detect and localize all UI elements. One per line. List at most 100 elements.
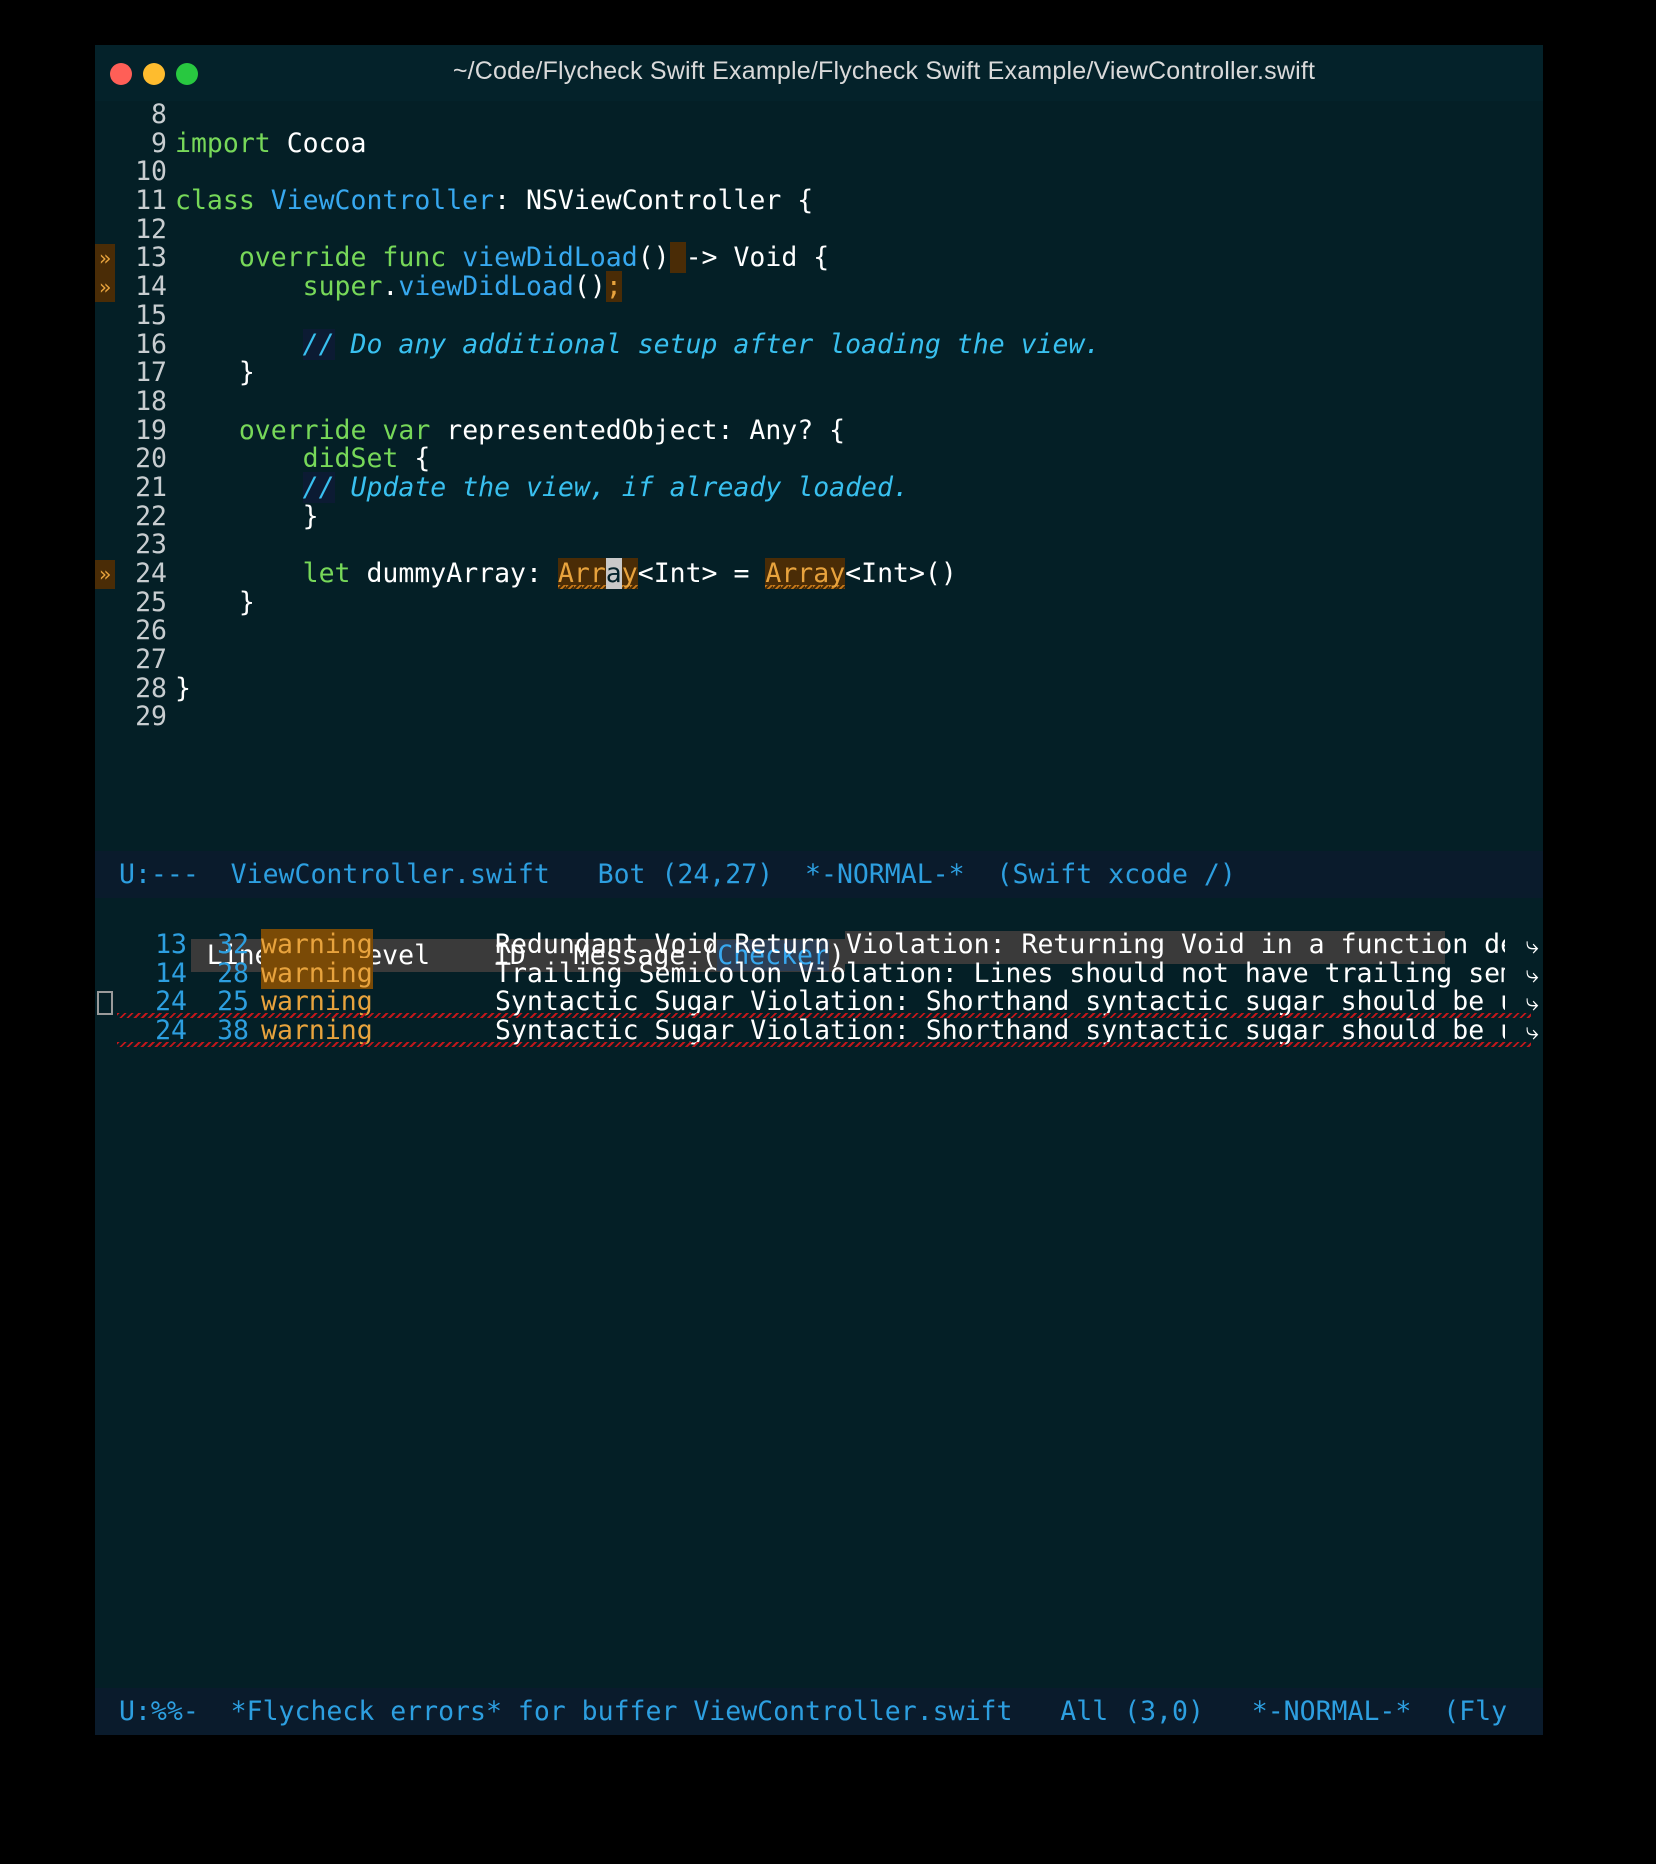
code-line: 17 } (95, 357, 1100, 389)
flycheck-error-row[interactable]: 24 38 warning Syntactic Sugar Violation: S… (95, 1016, 1543, 1047)
error-squiggly-underline (117, 1041, 1531, 1047)
code-line: 27 (95, 644, 1100, 676)
code-token: . (382, 271, 399, 303)
code-line: 18 (95, 385, 1100, 417)
code-line: 25 } (95, 586, 1100, 618)
code-token: dummyArray: (366, 558, 558, 589)
code-token: didSet (302, 443, 399, 475)
code-token: ViewController (270, 185, 495, 217)
flycheck-rows-container: 13 32 warning Redundant Void Return Violat… (95, 929, 1543, 1047)
code-token: ; (605, 271, 622, 303)
code-line: 10 (95, 158, 1100, 187)
code-token: super (302, 271, 383, 303)
flycheck-modeline: U:%%- *Flycheck errors* for buffer ViewC… (95, 1688, 1543, 1735)
code-token: let (302, 558, 367, 589)
line-number-gap (167, 589, 175, 618)
truncation-arrow-icon: ⤷ (1525, 1017, 1539, 1046)
code-token: y (621, 558, 638, 589)
code-buffer[interactable]: 8 9 import Cocoa 10 11 class ViewControll… (95, 100, 1543, 851)
code-line: 8 (95, 100, 1100, 130)
line-number: 27 (135, 644, 167, 676)
code-token: Update the view, if already loaded. (334, 471, 909, 503)
code-token: () (573, 271, 606, 303)
code-token: -> Void { (685, 242, 830, 274)
line-number-gap (167, 244, 175, 273)
line-number-gap (167, 503, 175, 532)
error-id (399, 960, 471, 989)
line-number-gap (167, 703, 175, 732)
code-token: class (175, 185, 271, 217)
error-line-number: 13 (155, 929, 187, 960)
emacs-window: ~/Code/Flycheck Swift Example/Flycheck S… (95, 45, 1543, 1735)
line-number-gap (167, 101, 175, 130)
code-token: override func (238, 242, 463, 274)
code-line: » 24 let dummyArray: Array<Int> = Array<I… (95, 558, 1100, 589)
code-line: 11 class ViewController: NSViewControlle… (95, 185, 1100, 217)
truncation-arrow-icon: ⤷ (1525, 988, 1539, 1017)
truncation-arrow-icon: ⤷ (1525, 931, 1539, 959)
line-number: 25 (135, 586, 167, 618)
flycheck-error-row[interactable]: 24 25 warning Syntactic Sugar Violation: S… (95, 988, 1543, 1019)
line-number-gap (167, 158, 175, 187)
code-line: 19 override var representedObject: Any? … (95, 414, 1100, 446)
code-token: } (175, 357, 255, 389)
code-line: 12 (95, 215, 1100, 245)
code-token: override var (238, 414, 447, 446)
code-token: : NSViewController { (494, 185, 814, 217)
cursor-fringe-marker (97, 991, 113, 1016)
code-line: 9 import Cocoa (95, 129, 1100, 159)
truncation-arrow-icon: ⤷ (1525, 959, 1539, 988)
line-number-gap (167, 331, 175, 360)
warning-fringe-icon: » (95, 560, 115, 589)
code-line: 29 (95, 703, 1100, 732)
code-token: <Int> = (637, 558, 766, 589)
code-token: () (637, 242, 670, 274)
code-token: } (175, 586, 255, 618)
code-token: <Int>() (845, 558, 957, 589)
code-token: } (175, 672, 191, 704)
warning-fringe-icon: » (95, 244, 115, 274)
code-token: Arr (557, 558, 606, 589)
flycheck-error-row[interactable]: 14 28 warning Trailing Semicolon Violation… (95, 957, 1543, 989)
line-number-gap (167, 531, 175, 560)
line-number: 26 (135, 615, 167, 647)
line-number: 17 (135, 357, 167, 389)
code-modeline: U:--- ViewController.swift Bot (24,27) *… (95, 851, 1543, 898)
code-token (669, 242, 686, 274)
code-token: a (605, 558, 622, 589)
line-number-gap (167, 445, 175, 474)
code-token: // (302, 471, 335, 503)
line-number: 11 (135, 185, 167, 217)
code-line: 20 didSet { (95, 443, 1100, 475)
code-token: { (398, 443, 431, 475)
line-number: 28 (135, 672, 167, 704)
line-number-gap (167, 617, 175, 646)
flycheck-error-row[interactable]: 13 32 warning Redundant Void Return Violat… (95, 929, 1543, 960)
line-number-gap (167, 474, 175, 503)
line-number-gap (167, 187, 175, 216)
error-message: Redundant Void Return Violation: Returni… (495, 931, 1505, 960)
error-level: warning (249, 957, 399, 989)
line-number: 18 (135, 385, 167, 417)
code-token: } (175, 500, 319, 532)
code-token: Do any additional setup after loading th… (334, 328, 1101, 360)
error-level-text: warning (261, 957, 373, 989)
code-line: 28 } (95, 672, 1100, 704)
line-number-gap (167, 417, 175, 446)
code-lines-container: 8 9 import Cocoa 10 11 class ViewControll… (95, 100, 1101, 732)
line-number: 23 (135, 529, 167, 561)
line-number: 10 (135, 156, 167, 188)
line-number: 19 (135, 414, 167, 446)
error-level: warning (249, 929, 399, 960)
flycheck-errors-buffer[interactable]: Line Col Level ID Message (Checker) 13 32… (95, 898, 1543, 1688)
window-title: ~/Code/Flycheck Swift Example/Flycheck S… (452, 57, 1316, 85)
warning-fringe-icon: » (95, 273, 115, 302)
line-number-gap (167, 646, 175, 675)
line-number-gap (167, 302, 175, 331)
code-token: representedObject: Any? { (446, 414, 846, 446)
line-number: 21 (135, 471, 167, 503)
